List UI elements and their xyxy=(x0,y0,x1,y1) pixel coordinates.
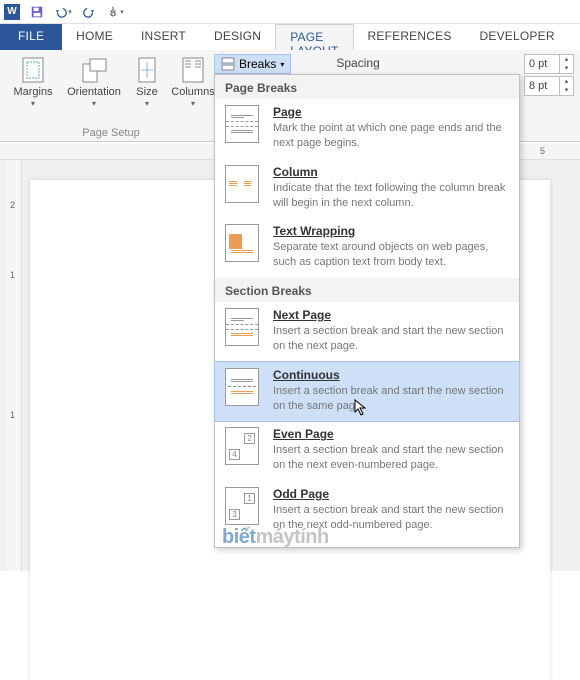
tab-references[interactable]: REFERENCES xyxy=(354,24,466,50)
continuous-break-icon xyxy=(225,368,259,406)
save-button[interactable] xyxy=(28,3,46,21)
group-page-setup: Margins▾ Orientation▾ Size▾ Columns▾ Pag… xyxy=(0,50,223,141)
odd-page-break-icon: 13 xyxy=(225,487,259,525)
break-option-next-page[interactable]: Next PageInsert a section break and star… xyxy=(215,302,519,362)
spin-down-icon[interactable]: ▾ xyxy=(560,86,573,95)
next-page-break-icon xyxy=(225,308,259,346)
dropdown-section-header: Page Breaks xyxy=(215,75,519,99)
spin-up-icon[interactable]: ▴ xyxy=(560,77,573,86)
orientation-button[interactable]: Orientation▾ xyxy=(64,54,124,125)
tab-design[interactable]: DESIGN xyxy=(200,24,275,50)
tab-developer[interactable]: Developer xyxy=(466,24,569,50)
break-option-column[interactable]: ColumnIndicate that the text following t… xyxy=(215,159,519,219)
spacing-before-spinner[interactable]: 0 pt ▴▾ xyxy=(524,54,574,74)
undo-button[interactable]: ▾ xyxy=(54,3,72,21)
break-option-even-page[interactable]: 24 Even PageInsert a section break and s… xyxy=(215,421,519,481)
touch-mode-button[interactable]: ▾ xyxy=(106,3,124,21)
spin-down-icon[interactable]: ▾ xyxy=(560,64,573,73)
page-break-icon xyxy=(225,105,259,143)
break-option-continuous[interactable]: ContinuousInsert a section break and sta… xyxy=(214,361,520,423)
break-option-page[interactable]: PageMark the point at which one page end… xyxy=(215,99,519,159)
ribbon-tabs: FILE HOME INSERT DESIGN PAGE LAYOUT REFE… xyxy=(0,24,580,50)
watermark-logo: biếtmáytính xyxy=(222,526,329,549)
tab-file[interactable]: FILE xyxy=(0,24,62,50)
break-option-text-wrapping[interactable]: Text WrappingSeparate text around object… xyxy=(215,218,519,278)
breaks-icon xyxy=(221,57,235,71)
spacing-after-spinner[interactable]: 8 pt ▴▾ xyxy=(524,76,574,96)
tab-mailings[interactable]: MAIL xyxy=(569,24,580,50)
breaks-button[interactable]: Breaks ▾ xyxy=(214,54,291,74)
dropdown-section-header: Section Breaks xyxy=(215,278,519,302)
group-label-page-setup: Page Setup xyxy=(6,125,216,139)
word-app-icon: W xyxy=(4,4,20,20)
redo-button[interactable] xyxy=(80,3,98,21)
tab-home[interactable]: HOME xyxy=(62,24,127,50)
margins-button[interactable]: Margins▾ xyxy=(6,54,60,125)
tab-page-layout[interactable]: PAGE LAYOUT xyxy=(275,24,353,50)
breaks-dropdown: Page Breaks PageMark the point at which … xyxy=(214,74,520,548)
spin-up-icon[interactable]: ▴ xyxy=(560,55,573,64)
columns-button[interactable]: Columns▾ xyxy=(170,54,216,125)
even-page-break-icon: 24 xyxy=(225,427,259,465)
quick-access-toolbar: W ▾ ▾ xyxy=(0,0,580,24)
ruler-vertical[interactable]: 2 1 1 xyxy=(6,160,22,571)
column-break-icon xyxy=(225,165,259,203)
tab-insert[interactable]: INSERT xyxy=(127,24,200,50)
size-button[interactable]: Size▾ xyxy=(128,54,166,125)
text-wrapping-break-icon xyxy=(225,224,259,262)
